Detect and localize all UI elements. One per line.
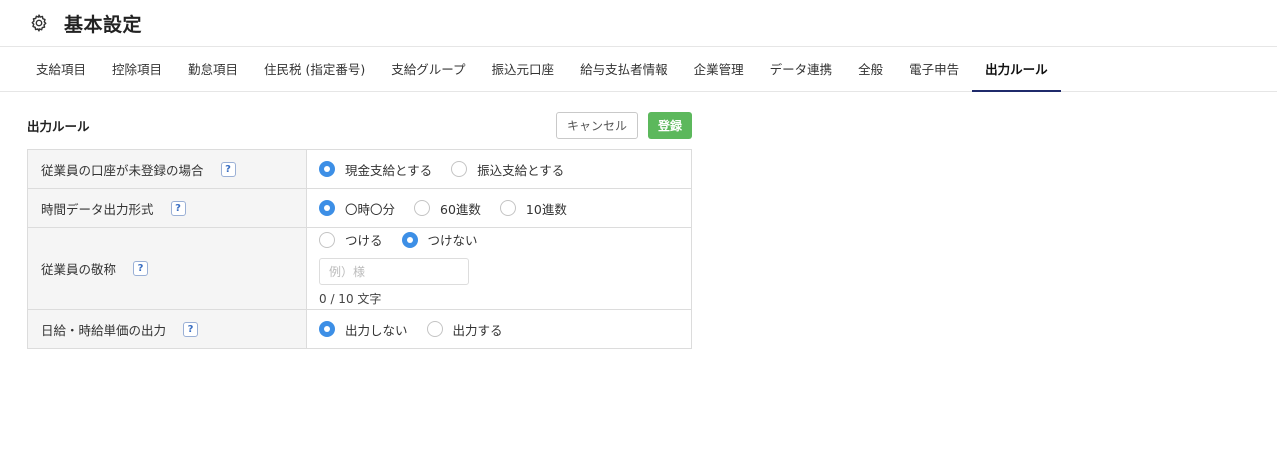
radio-label: つける (345, 233, 383, 248)
cancel-button[interactable]: キャンセル (555, 112, 638, 139)
row-unit-price-output: 日給・時給単価の出力 ? 出力しない 出力する (28, 310, 691, 349)
settings-table: 従業員の口座が未登録の場合 ? 現金支給とする 振込支給とする 時間データ出力形… (27, 149, 692, 349)
row-label-text: 時間データ出力形式 (41, 201, 154, 217)
row-label: 従業員の口座が未登録の場合 ? (28, 150, 307, 188)
row-label-text: 従業員の口座が未登録の場合 (41, 162, 204, 178)
radio-transfer-payment[interactable]: 振込支給とする (451, 160, 564, 179)
radio-label: 10進数 (525, 201, 567, 217)
tab-company-management[interactable]: 企業管理 (681, 47, 757, 92)
honorific-radio-group: つける つけない (319, 230, 679, 249)
radio-label: 〇時〇分 (345, 201, 396, 217)
radio-checked-icon (401, 231, 418, 248)
radio-label: 現金支給とする (345, 162, 433, 178)
page-header: 基本設定 (0, 0, 1277, 47)
gear-icon (30, 13, 50, 33)
radio-checked-icon (319, 161, 335, 177)
tab-payment-group[interactable]: 支給グループ (378, 47, 478, 92)
radio-without-honorific[interactable]: つけない (401, 230, 478, 249)
radio-label: 振込支給とする (477, 162, 565, 178)
radio-checked-icon (319, 200, 335, 216)
row-time-format: 時間データ出力形式 ? 〇時〇分 60進数 10進数 (28, 189, 691, 228)
section-title: 出力ルール (27, 119, 90, 134)
radio-hours-minutes[interactable]: 〇時〇分 (319, 199, 395, 218)
help-icon[interactable]: ? (133, 261, 149, 276)
radio-label: つけない (427, 233, 478, 248)
radio-no-output[interactable]: 出力しない (319, 320, 408, 339)
time-format-radio-group: 〇時〇分 60進数 10進数 (319, 199, 679, 218)
radio-label: 出力する (452, 322, 503, 338)
row-label-text: 従業員の敬称 (41, 262, 117, 277)
row-unregistered-account: 従業員の口座が未登録の場合 ? 現金支給とする 振込支給とする (28, 150, 691, 189)
tab-attendance-items[interactable]: 勤怠項目 (175, 47, 251, 92)
tab-resident-tax[interactable]: 住民税 (指定番号) (251, 47, 378, 92)
row-label-text: 日給・時給単価の出力 (41, 322, 167, 338)
radio-cash-payment[interactable]: 現金支給とする (319, 160, 432, 179)
radio-checked-icon (319, 321, 335, 337)
radio-unchecked-icon (451, 161, 468, 177)
row-value: 出力しない 出力する (307, 310, 691, 348)
help-icon[interactable]: ? (183, 321, 199, 337)
radio-unchecked-icon (426, 321, 443, 337)
row-label: 時間データ出力形式 ? (28, 189, 307, 227)
radio-with-honorific[interactable]: つける (319, 230, 383, 249)
radio-unchecked-icon (319, 231, 335, 248)
row-value: 現金支給とする 振込支給とする (307, 150, 691, 188)
account-radio-group: 現金支給とする 振込支給とする (319, 160, 679, 179)
tab-output-rules[interactable]: 出力ルール (972, 47, 1061, 92)
char-counter: 0 / 10 文字 (319, 292, 382, 306)
row-label: 従業員の敬称 ? (28, 228, 307, 309)
page-title: 基本設定 (64, 13, 143, 36)
row-label: 日給・時給単価の出力 ? (28, 310, 307, 348)
tab-data-integration[interactable]: データ連携 (757, 47, 846, 92)
row-value: つける つけない 0 / 10 文字 (307, 228, 691, 309)
help-icon[interactable]: ? (220, 161, 236, 177)
unit-price-radio-group: 出力しない 出力する (319, 320, 679, 339)
help-icon[interactable]: ? (170, 200, 186, 216)
honorific-input[interactable] (319, 258, 469, 285)
settings-tabs: 支給項目 控除項目 勤怠項目 住民税 (指定番号) 支給グループ 振込元口座 給… (0, 47, 1277, 92)
radio-output[interactable]: 出力する (426, 320, 503, 339)
radio-unchecked-icon (499, 200, 516, 216)
row-value: 〇時〇分 60進数 10進数 (307, 189, 691, 227)
action-buttons: キャンセル 登録 (555, 112, 692, 139)
tab-e-filing[interactable]: 電子申告 (896, 47, 972, 92)
section-header: 出力ルール キャンセル 登録 (27, 112, 692, 139)
register-button[interactable]: 登録 (647, 112, 692, 139)
tab-source-account[interactable]: 振込元口座 (479, 47, 568, 92)
tab-payment-items[interactable]: 支給項目 (23, 47, 99, 92)
tab-payer-info[interactable]: 給与支払者情報 (567, 47, 681, 92)
radio-unchecked-icon (414, 200, 431, 216)
radio-base-60[interactable]: 60進数 (414, 199, 481, 218)
tab-deduction-items[interactable]: 控除項目 (99, 47, 175, 92)
radio-label: 出力しない (345, 322, 408, 338)
radio-base-10[interactable]: 10進数 (499, 199, 567, 218)
tab-general[interactable]: 全般 (845, 47, 896, 92)
row-honorific: 従業員の敬称 ? つける つけない 0 / 10 文字 (28, 228, 691, 310)
radio-label: 60進数 (440, 201, 481, 217)
